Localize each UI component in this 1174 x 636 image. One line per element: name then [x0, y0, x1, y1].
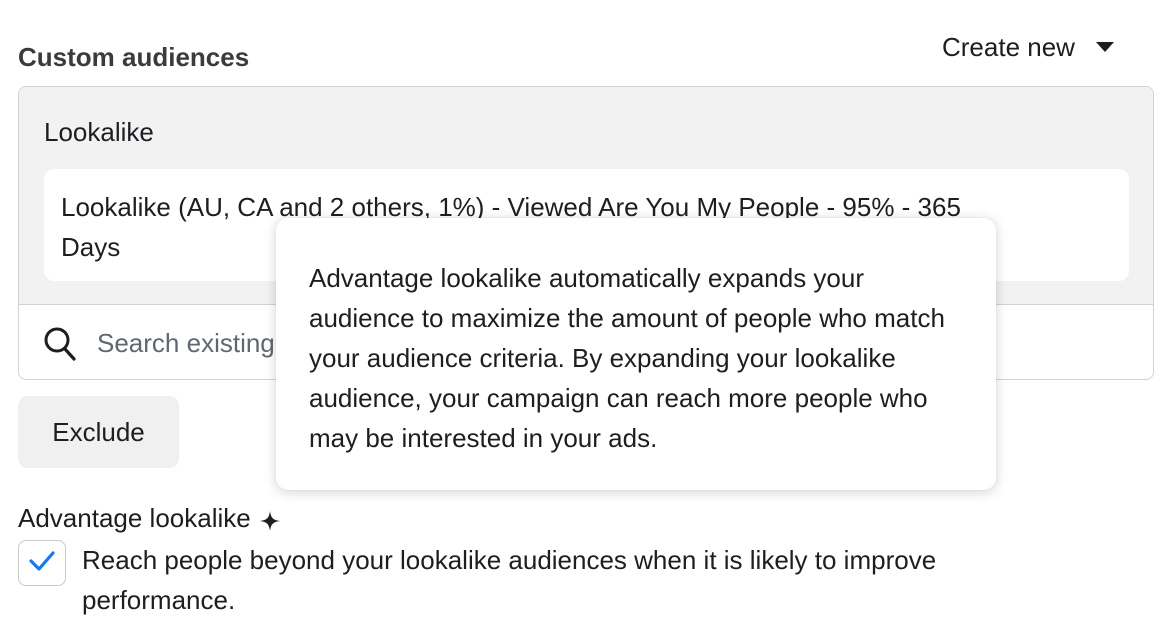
audience-group-label: Lookalike [44, 117, 154, 147]
advantage-lookalike-description: Reach people beyond your lookalike audie… [82, 545, 937, 615]
advantage-lookalike-checkbox[interactable] [18, 540, 66, 586]
advantage-lookalike-label: Advantage lookalike [18, 503, 251, 533]
checkmark-icon [28, 550, 56, 577]
sparkle-icon [259, 508, 281, 531]
caret-down-icon [1095, 37, 1115, 57]
create-new-dropdown[interactable]: Create new [930, 28, 1127, 66]
exclude-button[interactable]: Exclude [18, 396, 179, 468]
section-title: Custom audiences [18, 42, 250, 72]
search-icon [43, 326, 77, 362]
advantage-lookalike-tooltip: Advantage lookalike automatically expand… [276, 218, 996, 490]
create-new-label: Create new [942, 31, 1075, 62]
advantage-lookalike-heading: Advantage lookalike [18, 503, 281, 534]
